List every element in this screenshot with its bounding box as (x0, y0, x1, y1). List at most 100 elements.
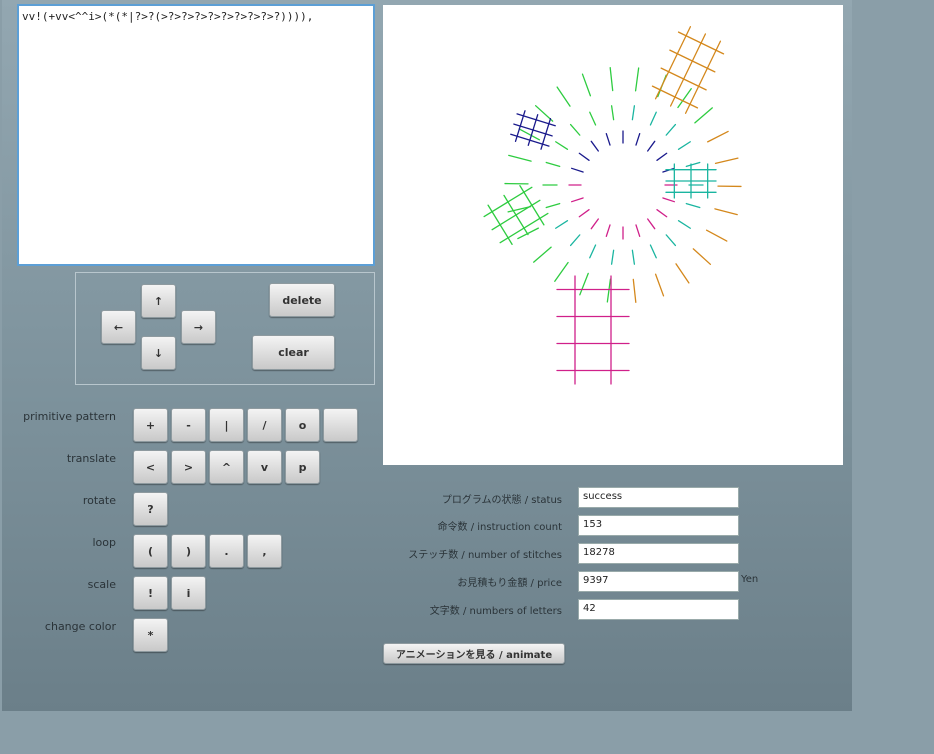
stitch-line (606, 278, 612, 303)
letters-count-field[interactable]: 42 (578, 599, 739, 620)
stitch-count-label: ステッチ数 / number of stitches (408, 550, 562, 561)
stitch-line (570, 167, 584, 173)
stitch-line (654, 26, 692, 100)
stitch-line (649, 244, 657, 259)
loop-label: loop (92, 536, 117, 549)
stitch-line (669, 33, 707, 107)
stitch-line (656, 152, 668, 161)
stitch-line (631, 249, 636, 265)
stitch-line (677, 31, 725, 55)
loop-comma-button[interactable]: , (247, 534, 282, 568)
stitch-line (692, 248, 712, 265)
status-field[interactable]: success (578, 487, 739, 508)
stitch-line (610, 249, 615, 265)
stitch-line (578, 209, 590, 218)
stitch-line (569, 123, 581, 136)
code-editor[interactable]: vv!(+vv<^^i>(*(*|?>?(>?>?>?>?>?>?>?>?>?)… (17, 4, 375, 266)
primitive-pattern-label: primitive pattern (23, 410, 116, 423)
primitive-slash-button[interactable]: / (247, 408, 282, 442)
down-arrow-button[interactable]: ↓ (141, 336, 176, 370)
stitch-line (677, 220, 691, 229)
translate-p-button[interactable]: p (285, 450, 320, 484)
stitch-line (632, 278, 637, 303)
stitch-line (714, 157, 739, 165)
stitch-line (685, 161, 701, 168)
animate-button[interactable]: アニメーションを見る / animate (383, 643, 565, 664)
translate-up-button[interactable]: ^ (209, 450, 244, 484)
stitch-line (665, 123, 677, 136)
stitch-count-field[interactable]: 18278 (578, 543, 739, 564)
stitch-line (555, 141, 569, 150)
stitch-line (579, 272, 589, 296)
stitch-line (706, 130, 729, 143)
stitch-line (649, 111, 657, 126)
status-label: プログラムの状態 / status (441, 495, 562, 506)
price-unit: Yen (741, 574, 759, 585)
stitch-line (605, 224, 611, 238)
stitch-line (654, 273, 665, 297)
stitch-line (569, 234, 581, 247)
primitive-blank-button[interactable] (323, 408, 358, 442)
stitch-line (499, 212, 549, 244)
stitch-line (685, 202, 701, 209)
stitch-line (554, 261, 569, 282)
translate-down-button[interactable]: v (247, 450, 282, 484)
stitch-line (669, 49, 716, 73)
stitch-line (555, 220, 569, 229)
price-field[interactable]: 9397 (578, 571, 739, 592)
stitch-line (556, 86, 571, 107)
instruction-count-label: 命令数 / instruction count (437, 522, 562, 533)
primitive-bar-button[interactable]: | (209, 408, 244, 442)
change-color-label: change color (44, 620, 116, 633)
embroidery-pattern (483, 26, 742, 385)
stitch-line (647, 140, 656, 152)
translate-label: translate (66, 452, 116, 465)
stitch-line (590, 140, 599, 152)
loop-close-button[interactable]: ) (171, 534, 206, 568)
stitch-line (662, 197, 676, 203)
translate-left-button[interactable]: < (133, 450, 168, 484)
scale-down-button[interactable]: i (171, 576, 206, 610)
scale-up-button[interactable]: ! (133, 576, 168, 610)
up-arrow-button[interactable]: ↑ (141, 284, 176, 318)
primitive-o-button[interactable]: o (285, 408, 320, 442)
stitch-line (634, 67, 640, 92)
stitch-line (605, 132, 611, 146)
stitch-line (533, 246, 552, 263)
stitch-line (665, 234, 677, 247)
stitch-line (491, 199, 541, 231)
stitch-line (660, 67, 707, 91)
stitch-line (578, 152, 590, 161)
stitch-line (677, 141, 691, 150)
delete-button[interactable]: delete (269, 283, 335, 317)
stitch-line (675, 263, 690, 284)
stitch-line (631, 105, 636, 121)
stitch-line (570, 197, 584, 203)
translate-right-button[interactable]: > (171, 450, 206, 484)
stitch-line (656, 209, 668, 218)
stitch-line (609, 67, 614, 92)
stitch-line (635, 132, 641, 146)
stitch-line (705, 229, 728, 242)
change-color-button[interactable]: * (133, 618, 168, 652)
primitive-plus-button[interactable]: + (133, 408, 168, 442)
price-label: お見積もり金額 / price (457, 578, 562, 589)
stitch-line (589, 111, 597, 126)
stitch-line (694, 107, 713, 124)
embroidery-preview-canvas (383, 5, 843, 465)
loop-dot-button[interactable]: . (209, 534, 244, 568)
stitch-line (647, 218, 656, 230)
loop-open-button[interactable]: ( (133, 534, 168, 568)
stitch-line (589, 244, 597, 259)
stitch-line (590, 218, 599, 230)
primitive-dash-button[interactable]: - (171, 408, 206, 442)
clear-button[interactable]: clear (252, 335, 335, 370)
right-arrow-button[interactable]: → (181, 310, 216, 344)
stitch-line (635, 224, 641, 238)
rotate-label: rotate (82, 494, 116, 507)
instruction-count-field[interactable]: 153 (578, 515, 739, 536)
left-arrow-button[interactable]: ← (101, 310, 136, 344)
stitch-line (610, 105, 615, 121)
scale-label: scale (87, 578, 116, 591)
rotate-button[interactable]: ? (133, 492, 168, 526)
